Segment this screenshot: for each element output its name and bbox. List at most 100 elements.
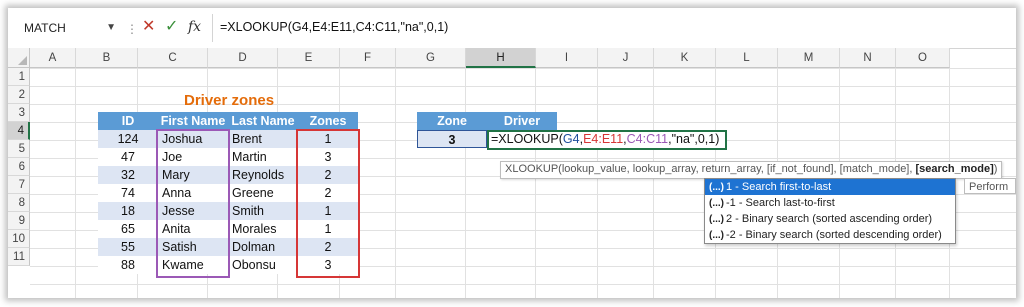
cell-zone[interactable]: 3 xyxy=(298,148,358,166)
column-header-m[interactable]: M xyxy=(778,48,840,68)
cell-id[interactable]: 47 xyxy=(98,148,158,166)
cell-last-name[interactable]: Dolman xyxy=(228,238,298,256)
column-header-g[interactable]: G xyxy=(396,48,466,68)
option-label: -1 - Search last-to-first xyxy=(726,197,835,209)
cell-first-name[interactable]: Satish xyxy=(158,238,228,256)
cell-zone[interactable]: 1 xyxy=(298,130,358,148)
cancel-icon[interactable]: ✕ xyxy=(142,17,155,37)
cell-last-name[interactable]: Smith xyxy=(228,202,298,220)
cell-first-name[interactable]: Joshua xyxy=(158,130,228,148)
table-title[interactable]: Driver zones xyxy=(184,92,304,110)
option-binary-descending[interactable]: (...) -2 - Binary search (sorted descendi… xyxy=(705,227,955,243)
row-header-10[interactable]: 10 xyxy=(8,230,30,248)
cell-zone[interactable]: 3 xyxy=(298,256,358,274)
select-all-button[interactable] xyxy=(8,48,30,68)
column-header-j[interactable]: J xyxy=(598,48,654,68)
header-zones[interactable]: Zones xyxy=(298,112,358,130)
option-search-first-to-last[interactable]: (...) 1 - Search first-to-last xyxy=(705,179,955,195)
autocomplete-dropdown[interactable]: (...) 1 - Search first-to-last (...) -1 - … xyxy=(704,178,956,244)
option-description-tip: Perform xyxy=(964,178,1016,194)
row-header-3[interactable]: 3 xyxy=(8,104,30,122)
cell-zone[interactable]: 2 xyxy=(298,166,358,184)
name-box[interactable]: MATCH ▼ xyxy=(14,18,120,38)
column-header-i[interactable]: I xyxy=(536,48,598,68)
cell-last-name[interactable]: Martin xyxy=(228,148,298,166)
cell-first-name[interactable]: Anna xyxy=(158,184,228,202)
row-header-9[interactable]: 9 xyxy=(8,212,30,230)
zone-header[interactable]: Zone xyxy=(417,112,487,130)
header-first-name[interactable]: First Name xyxy=(158,112,228,130)
row-header-6[interactable]: 6 xyxy=(8,158,30,176)
row-header-1[interactable]: 1 xyxy=(8,68,30,86)
cell-id[interactable]: 124 xyxy=(98,130,158,148)
excel-window: MATCH ▼ ⋮ ✕ ✓ fx =XLOOKUP(G4,E4:E11,C4:C… xyxy=(8,8,1016,298)
cell-last-name[interactable]: Morales xyxy=(228,220,298,238)
tooltip-text: XLOOKUP(lookup_value, lookup_array, retu… xyxy=(505,163,916,175)
column-header-f[interactable]: F xyxy=(340,48,396,68)
row-header-5[interactable]: 5 xyxy=(8,140,30,158)
cell-first-name[interactable]: Jesse xyxy=(158,202,228,220)
row-header-8[interactable]: 8 xyxy=(8,194,30,212)
cell-id[interactable]: 18 xyxy=(98,202,158,220)
header-last-name[interactable]: Last Name xyxy=(228,112,298,130)
row-header-11[interactable]: 11 xyxy=(8,248,30,266)
row-header-4[interactable]: 4 xyxy=(8,122,30,140)
column-header-d[interactable]: D xyxy=(208,48,278,68)
chevron-down-icon[interactable]: ▼ xyxy=(106,18,116,38)
column-header-n[interactable]: N xyxy=(840,48,896,68)
ref-c4-c11: C4:C11 xyxy=(626,132,669,146)
cell-last-name[interactable]: Obonsu xyxy=(228,256,298,274)
option-search-last-to-first[interactable]: (...) -1 - Search last-to-first xyxy=(705,195,955,211)
grid-line xyxy=(395,68,396,298)
option-label: 2 - Binary search (sorted ascending orde… xyxy=(726,213,933,225)
cell-zone[interactable]: 2 xyxy=(298,238,358,256)
formula-bar: MATCH ▼ ⋮ ✕ ✓ fx =XLOOKUP(G4,E4:E11,C4:C… xyxy=(8,8,1016,49)
grid-line xyxy=(535,68,536,298)
cell-last-name[interactable]: Brent xyxy=(228,130,298,148)
ref-e4-e11: E4:E11 xyxy=(583,132,624,146)
cell-first-name[interactable]: Anita xyxy=(158,220,228,238)
cell-last-name[interactable]: Reynolds xyxy=(228,166,298,184)
option-label: -2 - Binary search (sorted descending or… xyxy=(726,229,942,241)
cell-id[interactable]: 74 xyxy=(98,184,158,202)
formula-input[interactable]: =XLOOKUP(G4,E4:E11,C4:C11,"na",0,1) xyxy=(220,20,448,34)
cell-first-name[interactable]: Mary xyxy=(158,166,228,184)
column-header-k[interactable]: K xyxy=(654,48,716,68)
row-header-2[interactable]: 2 xyxy=(8,86,30,104)
function-signature-tooltip: XLOOKUP(lookup_value, lookup_array, retu… xyxy=(500,161,1003,179)
column-header-h[interactable]: H xyxy=(466,48,536,68)
formula-bar-divider xyxy=(212,14,213,42)
cell-id[interactable]: 32 xyxy=(98,166,158,184)
cell-first-name[interactable]: Kwame xyxy=(158,256,228,274)
column-header-a[interactable]: A xyxy=(30,48,76,68)
cell-id[interactable]: 88 xyxy=(98,256,158,274)
formula-rest: ,"na",0,1) xyxy=(668,132,720,146)
tooltip-close: ) xyxy=(993,163,998,175)
tooltip-current-arg: [search_mode] xyxy=(915,163,994,175)
option-binary-ascending[interactable]: (...) 2 - Binary search (sorted ascending… xyxy=(705,211,955,227)
row-header-7[interactable]: 7 xyxy=(8,176,30,194)
zone-input-cell[interactable]: 3 xyxy=(417,130,487,148)
cell-zone[interactable]: 1 xyxy=(298,202,358,220)
ref-g4: G4 xyxy=(562,132,580,146)
column-header-c[interactable]: C xyxy=(138,48,208,68)
argument-icon: (...) xyxy=(709,182,724,193)
driver-formula-edit-cell[interactable]: =XLOOKUP(G4,E4:E11,C4:C11,"na",0,1) xyxy=(487,130,727,150)
check-icon[interactable]: ✓ xyxy=(165,17,178,37)
column-header-o[interactable]: O xyxy=(896,48,950,68)
column-header-b[interactable]: B xyxy=(76,48,138,68)
cell-id[interactable]: 55 xyxy=(98,238,158,256)
cell-last-name[interactable]: Greene xyxy=(228,184,298,202)
header-id[interactable]: ID xyxy=(98,112,158,130)
cell-zone[interactable]: 1 xyxy=(298,220,358,238)
cell-first-name[interactable]: Joe xyxy=(158,148,228,166)
cell-zone[interactable]: 2 xyxy=(298,184,358,202)
column-header-l[interactable]: L xyxy=(716,48,778,68)
argument-icon: (...) xyxy=(709,214,724,225)
driver-header[interactable]: Driver xyxy=(487,112,557,130)
insert-function-icon[interactable]: fx xyxy=(188,17,201,37)
column-header-e[interactable]: E xyxy=(278,48,340,68)
cell-id[interactable]: 65 xyxy=(98,220,158,238)
grid-line xyxy=(465,68,466,298)
grid-line xyxy=(597,68,598,298)
